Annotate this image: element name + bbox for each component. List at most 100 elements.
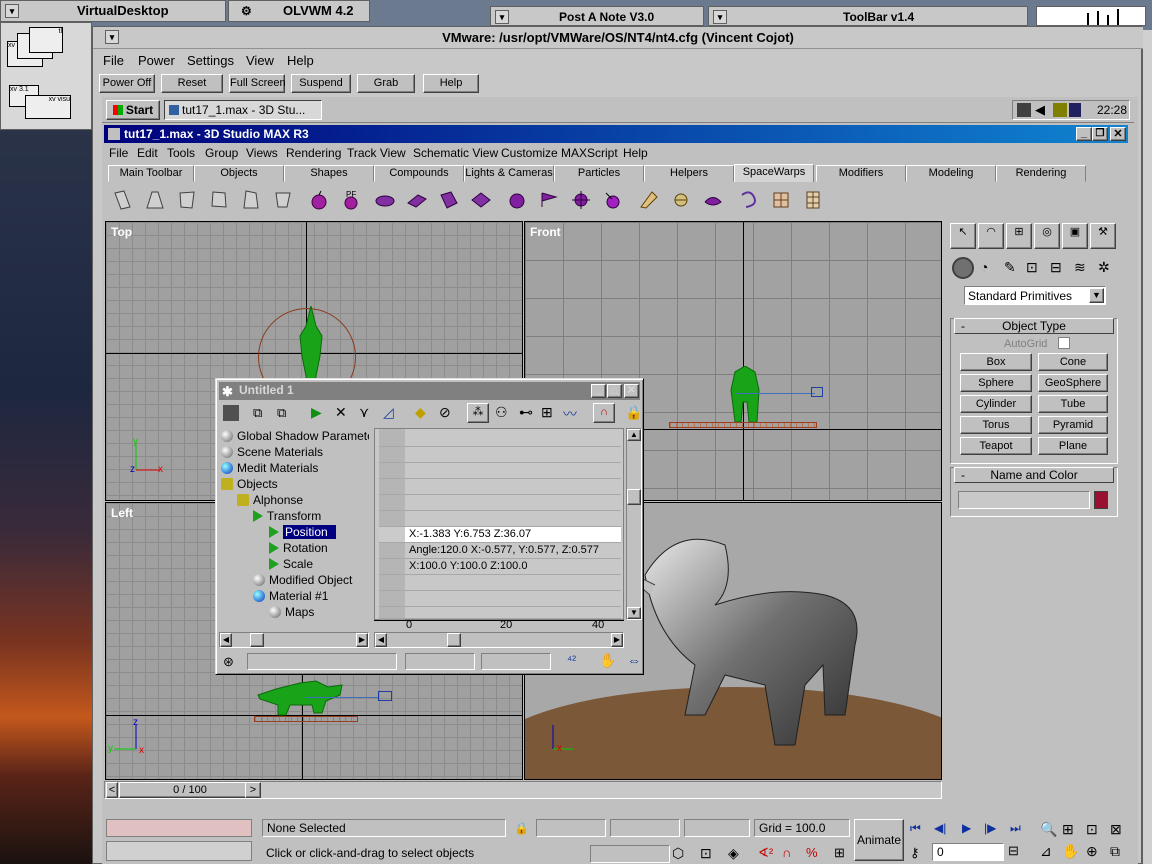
scroll-up-icon[interactable]: ▲ [627, 429, 641, 441]
suspend-button[interactable]: Suspend [291, 74, 351, 93]
restore-button[interactable]: ❐ [1092, 127, 1108, 141]
track-hscroll[interactable]: ◀ ▶ [374, 632, 624, 648]
scroll-right-icon[interactable]: ▶ [356, 633, 368, 647]
lights-icon[interactable]: ✎ [1004, 259, 1016, 276]
tray-app-icon-2[interactable] [1069, 103, 1081, 117]
full-screen-button[interactable]: Full Screen [229, 74, 286, 93]
y-coord-field[interactable] [610, 819, 680, 837]
display-tab-icon[interactable]: ▣ [1062, 223, 1088, 249]
teapot-button[interactable]: Teapot [960, 437, 1032, 455]
key-mode-icon[interactable]: ⚷ [910, 845, 920, 861]
field-of-view-icon[interactable]: ⊿ [1040, 843, 1052, 860]
tab-modifiers[interactable]: Modifiers [816, 165, 906, 182]
plane-button[interactable]: Plane [1038, 437, 1108, 455]
toolbar-app-titlebar[interactable]: ▾ ToolBar v1.4 [708, 6, 1028, 26]
viewport-label-left[interactable]: Left [111, 506, 133, 520]
scroll-left-icon[interactable]: ◀ [220, 633, 232, 647]
displace-icon[interactable] [470, 189, 492, 211]
angle-snap-icon[interactable]: ∢² [758, 845, 773, 861]
tree-item[interactable]: Transform [253, 508, 321, 524]
sphere-button[interactable]: Sphere [960, 374, 1032, 392]
pbomb-icon[interactable] [570, 189, 592, 211]
scroll-down-icon[interactable]: ▼ [627, 607, 641, 619]
tab-modeling[interactable]: Modeling [906, 165, 996, 182]
viewport-label-front[interactable]: Front [530, 225, 561, 239]
tray-app-icon[interactable] [1053, 103, 1067, 117]
tree-item[interactable]: Modified Object [253, 572, 352, 588]
deflector-icon[interactable] [374, 189, 396, 211]
go-to-end-icon[interactable]: ⏭ [1010, 821, 1021, 836]
pyramid-button[interactable]: Pyramid [1038, 416, 1108, 434]
task-button-3dsmax[interactable]: tut17_1.max - 3D Stu... [164, 100, 322, 120]
motion-tab-icon[interactable]: ◎ [1034, 223, 1060, 249]
track-row[interactable] [379, 495, 621, 511]
current-frame-field[interactable]: 0 [932, 843, 1004, 861]
parameter-curve-icon[interactable]: ◿ [383, 404, 394, 421]
cameras-icon[interactable]: ⊡ [1026, 259, 1038, 276]
zoom-icon[interactable]: 🔍 [1040, 821, 1057, 838]
add-note-icon[interactable]: ◆ [415, 404, 426, 421]
network-icon[interactable] [1017, 103, 1031, 117]
scroll-left-icon[interactable]: ◀ [375, 633, 387, 647]
pin-icon[interactable]: ▾ [713, 10, 727, 24]
gravity-icon[interactable] [506, 189, 528, 211]
taper-icon[interactable] [144, 189, 166, 211]
edit-time-icon[interactable]: ⚇ [495, 404, 508, 421]
menu-customize[interactable]: Customize [501, 146, 558, 160]
tab-helpers[interactable]: Helpers [644, 165, 734, 182]
zoom-extents-icon[interactable]: ⊡ [1086, 821, 1098, 838]
skew-icon[interactable] [272, 189, 294, 211]
lock-selection-icon[interactable]: 🔒 [625, 404, 642, 421]
wave-icon[interactable] [438, 189, 460, 211]
tube-button[interactable]: Tube [1038, 395, 1108, 413]
menu-track-view[interactable]: Track View [347, 146, 406, 160]
tab-lights-cameras[interactable]: Lights & Cameras [464, 165, 554, 182]
menu-views[interactable]: Views [246, 146, 278, 160]
pager-window[interactable]: xv visu [25, 95, 71, 119]
zoom-selected-icon[interactable]: ⊛ [223, 654, 234, 670]
geometry-icon[interactable] [952, 257, 974, 279]
max-titlebar[interactable]: tut17_1.max - 3D Studio MAX R3 _ ❐ ✕ [104, 125, 1128, 143]
wind-icon[interactable] [538, 189, 560, 211]
hierarchy-tab-icon[interactable]: ⊞ [1006, 223, 1032, 249]
vmware-menu-file[interactable]: File [103, 53, 124, 68]
time-config-icon[interactable]: ⊟ [1008, 843, 1019, 859]
maxscript-output-mini[interactable] [106, 841, 252, 861]
menu-file[interactable]: File [109, 146, 128, 160]
track-vscroll-thumb[interactable] [627, 489, 641, 505]
track-area[interactable]: X:-1.383 Y:6.753 Z:36.07 Angle:120.0 X:-… [374, 428, 624, 621]
track-row-rotation[interactable]: Angle:120.0 X:-0.577, Y:0.577, Z:0.577 [379, 543, 621, 559]
track-row[interactable] [379, 575, 621, 591]
window-crossing-icon[interactable]: ⊡ [700, 845, 712, 862]
bend-icon[interactable] [112, 189, 134, 211]
edit-ranges-icon[interactable]: ⊷ [519, 404, 533, 421]
track-row[interactable] [379, 511, 621, 527]
spacewarps-icon[interactable]: ≋ [1074, 259, 1086, 276]
cylinder-button[interactable]: Cylinder [960, 395, 1032, 413]
reset-button[interactable]: Reset [161, 74, 223, 93]
camera-icon[interactable] [378, 691, 392, 701]
menu-maxscript[interactable]: MAXScript [561, 146, 618, 160]
object-color-swatch[interactable] [1094, 491, 1108, 509]
primitive-type-dropdown[interactable]: Standard Primitives ▼ [964, 286, 1106, 305]
filters-icon[interactable] [223, 405, 239, 421]
menu-schematic-view[interactable]: Schematic View [413, 146, 498, 160]
next-frame-icon[interactable]: |▶ [984, 821, 996, 835]
shapes-icon[interactable]: ◔ [980, 259, 988, 275]
snap-frames-button[interactable]: ∩ [593, 403, 615, 423]
tab-particles[interactable]: Particles [554, 165, 644, 182]
conform-icon[interactable] [702, 189, 724, 211]
tree-item[interactable]: Scale [269, 556, 313, 572]
maxscript-listener-mini[interactable] [106, 819, 252, 837]
lattice-box-icon[interactable] [770, 189, 792, 211]
time-field[interactable] [405, 653, 475, 670]
tv-close-button[interactable]: ✕ [624, 384, 639, 398]
olvwm-titlebar[interactable]: ⚙ OLVWM 4.2 [228, 0, 370, 22]
tree-item[interactable]: Medit Materials [221, 460, 318, 476]
percent-snap-icon[interactable]: ∩ [782, 845, 791, 860]
paste-icon[interactable]: ⧉ [277, 405, 286, 421]
value-field[interactable] [481, 653, 551, 670]
dinosaur-front-wireframe[interactable] [721, 366, 771, 422]
grab-button[interactable]: Grab [357, 74, 415, 93]
menu-group[interactable]: Group [205, 146, 238, 160]
